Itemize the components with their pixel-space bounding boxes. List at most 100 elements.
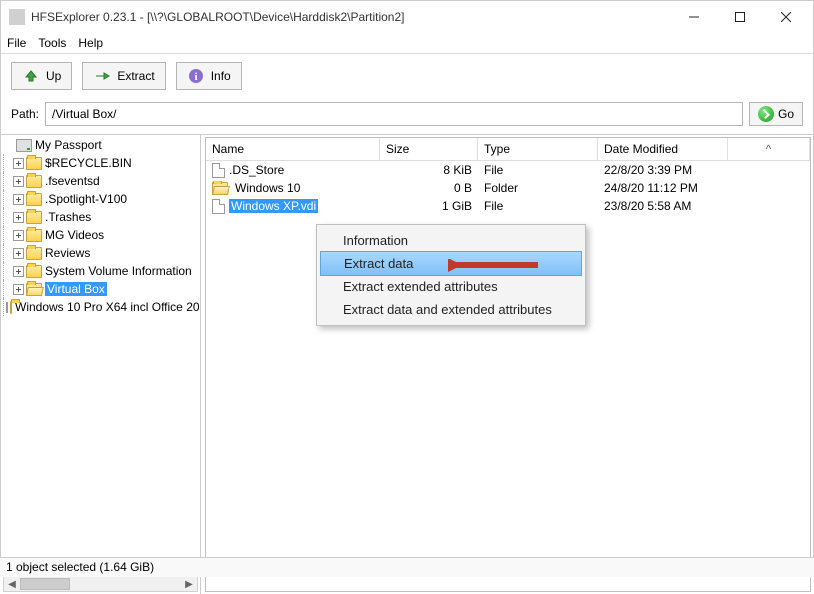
scroll-thumb[interactable] xyxy=(20,578,70,590)
menu-help[interactable]: Help xyxy=(78,36,103,50)
go-button[interactable]: Go xyxy=(749,102,803,126)
tree-item-label: .Spotlight-V100 xyxy=(45,192,127,206)
row-name: .DS_Store xyxy=(229,163,284,177)
tree-item[interactable]: System Volume Information xyxy=(1,262,200,280)
expand-icon[interactable] xyxy=(13,230,24,241)
row-size: 1 GiB xyxy=(380,199,478,213)
expand-icon[interactable] xyxy=(6,302,8,313)
row-date: 23/8/20 5:58 AM xyxy=(598,199,728,213)
tree-item[interactable]: $RECYCLE.BIN xyxy=(1,154,200,172)
row-date: 24/8/20 11:12 PM xyxy=(598,181,728,195)
expand-icon[interactable] xyxy=(13,266,24,277)
go-label: Go xyxy=(778,107,794,121)
tree-item-label: MG Videos xyxy=(45,228,104,242)
list-row[interactable]: .DS_Store 8 KiBFile22/8/20 3:39 PM xyxy=(206,161,810,179)
list-header: Name Size Type Date Modified ^ xyxy=(206,138,810,161)
expand-icon[interactable] xyxy=(13,158,24,169)
folder-icon xyxy=(26,265,42,278)
tree-item[interactable]: .Trashes xyxy=(1,208,200,226)
expand-icon[interactable] xyxy=(13,212,24,223)
up-arrow-icon xyxy=(22,67,40,85)
folder-icon xyxy=(26,229,42,242)
file-icon xyxy=(212,163,225,178)
row-type: File xyxy=(478,199,598,213)
path-input[interactable] xyxy=(45,102,743,126)
row-name: Windows 10 xyxy=(235,181,300,195)
minimize-button[interactable] xyxy=(671,2,717,32)
folder-icon xyxy=(26,247,42,260)
menu-tools[interactable]: Tools xyxy=(38,36,66,50)
extract-label: Extract xyxy=(117,69,154,83)
folder-icon xyxy=(26,211,42,224)
tree-item[interactable]: Virtual Box xyxy=(1,280,200,298)
tree-item-label: .fseventsd xyxy=(45,174,100,188)
row-size: 0 B xyxy=(380,181,478,195)
expand-icon[interactable] xyxy=(13,284,24,295)
row-type: Folder xyxy=(478,181,598,195)
tree-item[interactable]: .fseventsd xyxy=(1,172,200,190)
context-menu-item[interactable]: Extract extended attributes xyxy=(319,275,583,298)
row-name: Windows XP.vdi xyxy=(229,199,318,213)
tree-item[interactable]: Windows 10 Pro X64 incl Office 2019 xyxy=(1,298,200,316)
up-button[interactable]: Up xyxy=(11,62,72,90)
expand-icon[interactable] xyxy=(13,194,24,205)
menu-file[interactable]: File xyxy=(7,36,26,50)
folder-icon xyxy=(26,283,42,296)
tree-root-label: My Passport xyxy=(35,138,102,152)
list-row[interactable]: Windows XP.vdi 1 GiBFile23/8/20 5:58 AM xyxy=(206,197,810,215)
folder-tree[interactable]: My Passport $RECYCLE.BIN .fseventsd .Spotli… xyxy=(1,135,201,594)
list-row[interactable]: Windows 10 0 BFolder24/8/20 11:12 PM xyxy=(206,179,810,197)
menubar: File Tools Help xyxy=(1,33,813,53)
app-icon xyxy=(9,9,25,25)
tree-item[interactable]: MG Videos xyxy=(1,226,200,244)
context-menu-item[interactable]: Extract data and extended attributes xyxy=(319,298,583,321)
go-icon xyxy=(758,106,774,122)
folder-icon xyxy=(10,301,12,314)
folder-icon xyxy=(212,182,228,195)
column-size[interactable]: Size xyxy=(380,138,478,160)
tree-item[interactable]: .Spotlight-V100 xyxy=(1,190,200,208)
tree-scrollbar[interactable]: ◀ ▶ xyxy=(3,576,198,592)
extract-button[interactable]: Extract xyxy=(82,62,165,90)
expand-icon[interactable] xyxy=(13,248,24,259)
path-label: Path: xyxy=(11,107,39,121)
up-label: Up xyxy=(46,69,61,83)
tree-item-label: Windows 10 Pro X64 incl Office 2019 xyxy=(15,300,201,314)
tree-item-label: System Volume Information xyxy=(45,264,192,278)
tree-item-label: $RECYCLE.BIN xyxy=(45,156,132,170)
file-icon xyxy=(212,199,225,214)
column-name[interactable]: Name xyxy=(206,138,380,160)
folder-icon xyxy=(26,157,42,170)
scroll-right-icon[interactable]: ▶ xyxy=(181,579,197,590)
toolbar: Up Extract i Info xyxy=(1,53,813,98)
expand-icon[interactable] xyxy=(13,176,24,187)
close-button[interactable] xyxy=(763,2,809,32)
context-menu: InformationExtract dataExtract extended … xyxy=(316,224,586,326)
tree-item-label: Reviews xyxy=(45,246,90,260)
context-menu-item[interactable]: Information xyxy=(319,229,583,252)
window-title: HFSExplorer 0.23.1 - [\\?\GLOBALROOT\Dev… xyxy=(31,10,671,24)
folder-icon xyxy=(26,193,42,206)
column-date[interactable]: Date Modified xyxy=(598,138,728,160)
info-button[interactable]: i Info xyxy=(176,62,242,90)
column-sort-indicator[interactable]: ^ xyxy=(728,138,810,160)
row-date: 22/8/20 3:39 PM xyxy=(598,163,728,177)
scroll-left-icon[interactable]: ◀ xyxy=(4,579,20,590)
path-row: Path: Go xyxy=(1,98,813,134)
row-type: File xyxy=(478,163,598,177)
tree-item[interactable]: Reviews xyxy=(1,244,200,262)
context-menu-item[interactable]: Extract data xyxy=(320,251,582,276)
info-label: Info xyxy=(211,69,231,83)
tree-item-label: .Trashes xyxy=(45,210,91,224)
titlebar: HFSExplorer 0.23.1 - [\\?\GLOBALROOT\Dev… xyxy=(1,1,813,33)
extract-arrow-icon xyxy=(93,67,111,85)
status-bar: 1 object selected (1.64 GiB) xyxy=(0,557,814,577)
info-icon: i xyxy=(187,67,205,85)
file-list[interactable]: Name Size Type Date Modified ^ .DS_Store… xyxy=(205,137,811,592)
svg-text:i: i xyxy=(194,71,197,83)
column-type[interactable]: Type xyxy=(478,138,598,160)
maximize-button[interactable] xyxy=(717,2,763,32)
folder-icon xyxy=(26,175,42,188)
row-size: 8 KiB xyxy=(380,163,478,177)
tree-item-label: Virtual Box xyxy=(45,282,107,296)
